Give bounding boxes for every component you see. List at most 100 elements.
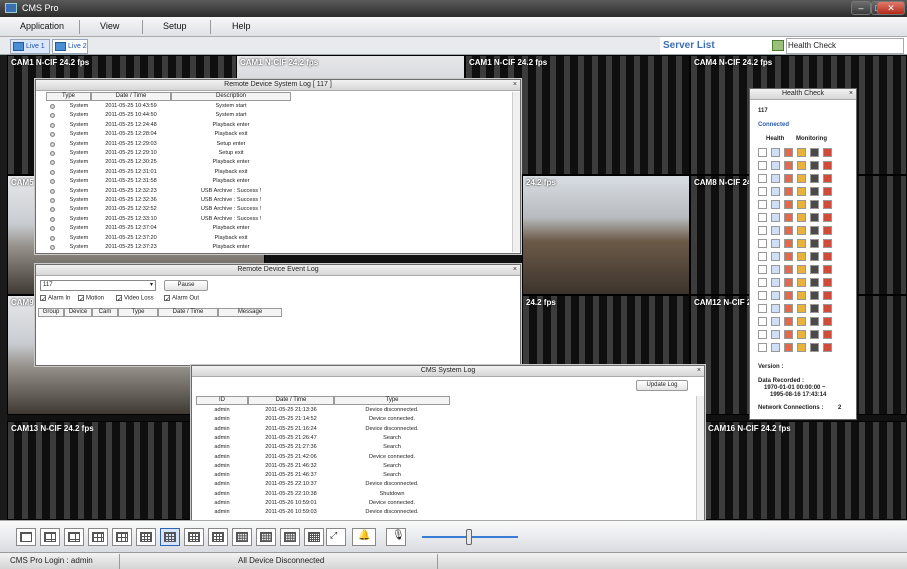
health-status-icon bbox=[771, 343, 780, 352]
table-row[interactable]: admin 2011-05-25 21:46:37 Search bbox=[196, 471, 456, 480]
table-row[interactable]: admin 2011-05-25 21:13:36 Device disconnec… bbox=[196, 406, 456, 415]
table-row[interactable]: System 2011-05-25 12:37:23 Playback enter bbox=[46, 243, 296, 252]
table-cell: System bbox=[69, 234, 89, 241]
layout-grid-button[interactable] bbox=[280, 528, 300, 546]
close-button[interactable]: ✕ bbox=[877, 1, 905, 15]
motion-checkbox[interactable]: ✓ Motion bbox=[78, 295, 104, 303]
menu-application[interactable]: Application bbox=[20, 21, 64, 31]
menu-help[interactable]: Help bbox=[232, 21, 251, 31]
alarm-button[interactable]: 🔔 bbox=[352, 528, 376, 546]
table-row[interactable]: admin 2011-05-25 21:42:06 Device connected… bbox=[196, 453, 456, 462]
health-row bbox=[758, 147, 844, 158]
table-row[interactable]: System 2011-05-25 12:31:01 Playback exit bbox=[46, 168, 296, 177]
scrollbar[interactable] bbox=[512, 92, 520, 252]
tab-live-1[interactable]: Live 1 bbox=[10, 39, 50, 54]
device-select[interactable]: 117 ▾ bbox=[40, 280, 156, 291]
health-status-icon bbox=[784, 252, 793, 261]
column-header[interactable]: Cam bbox=[92, 308, 118, 317]
table-cell: Setup enter bbox=[216, 140, 246, 147]
layout-grid-button[interactable] bbox=[160, 528, 180, 546]
column-header[interactable]: Date / Time bbox=[248, 396, 334, 405]
table-row[interactable]: admin 2011-05-25 22:10:37 Device disconnec… bbox=[196, 480, 456, 489]
fullscreen-button[interactable]: ⤢ bbox=[326, 528, 346, 546]
menu-setup[interactable]: Setup bbox=[163, 21, 187, 31]
health-status-icon bbox=[823, 278, 832, 287]
alarm-in-checkbox[interactable]: ✓ Alarm In bbox=[40, 295, 70, 303]
layout-grid-button[interactable] bbox=[184, 528, 204, 546]
layout-grid-button[interactable] bbox=[16, 528, 36, 546]
table-row[interactable]: System 2011-05-25 12:29:10 Setup exit bbox=[46, 149, 296, 158]
volume-slider-thumb[interactable] bbox=[466, 529, 472, 545]
table-row[interactable]: System 2011-05-25 12:37:04 Playback enter bbox=[46, 224, 296, 233]
table-row[interactable]: System 2011-05-25 12:32:36 USB Archive : S… bbox=[46, 196, 296, 205]
table-row[interactable]: System 2011-05-25 12:24:48 Playback enter bbox=[46, 121, 296, 130]
camera-view-13[interactable]: CAM13 N-CIF 24.2 fps bbox=[7, 421, 197, 520]
health-status-icon bbox=[810, 239, 819, 248]
layout-grid-button[interactable] bbox=[256, 528, 276, 546]
column-header[interactable]: Group bbox=[38, 308, 64, 317]
close-icon[interactable]: × bbox=[513, 265, 517, 275]
grid-layout-icon bbox=[188, 532, 200, 542]
menu-view[interactable]: View bbox=[100, 21, 119, 31]
status-dot-icon bbox=[50, 122, 55, 128]
table-row[interactable]: admin 2011-05-25 21:16:24 Device disconnec… bbox=[196, 425, 456, 434]
table-row[interactable]: System 2011-05-25 12:31:58 Playback enter bbox=[46, 177, 296, 186]
column-header[interactable]: Type bbox=[46, 92, 91, 101]
table-row[interactable]: System 2011-05-25 12:28:04 Playback exit bbox=[46, 130, 296, 139]
column-header[interactable]: ID bbox=[196, 396, 248, 405]
table-row[interactable]: System 2011-05-25 10:43:59 System start bbox=[46, 102, 296, 111]
cms-log-titlebar: CMS System Log × bbox=[192, 366, 704, 377]
scrollbar[interactable] bbox=[696, 396, 704, 520]
table-row[interactable]: System 2011-05-25 12:32:52 USB Archive : S… bbox=[46, 205, 296, 214]
column-header[interactable]: Type bbox=[334, 396, 450, 405]
server-list-title[interactable]: Server List bbox=[663, 40, 715, 51]
column-header[interactable]: Date / Time bbox=[158, 308, 218, 317]
close-icon[interactable]: × bbox=[697, 366, 701, 376]
layout-grid-button[interactable] bbox=[88, 528, 108, 546]
camera-view-7[interactable]: 24.2 fps bbox=[522, 175, 690, 295]
pause-button[interactable]: Pause bbox=[164, 280, 208, 291]
layout-grid-button[interactable] bbox=[112, 528, 132, 546]
layout-grid-button[interactable] bbox=[40, 528, 60, 546]
column-header[interactable]: Description bbox=[171, 92, 291, 101]
health-status-icon bbox=[758, 343, 767, 352]
table-row[interactable]: System 2011-05-25 12:33:10 USB Archive : S… bbox=[46, 215, 296, 224]
table-row[interactable]: admin 2011-05-26 10:59:03 Device disconnec… bbox=[196, 508, 456, 517]
table-row[interactable]: System 2011-05-25 12:29:03 Setup enter bbox=[46, 140, 296, 149]
health-status-icon bbox=[810, 343, 819, 352]
alarm-out-checkbox[interactable]: ✓ Alarm Out bbox=[164, 295, 199, 303]
tab-live-2[interactable]: Live 2 bbox=[52, 39, 88, 54]
video-loss-checkbox[interactable]: ✓ Video Loss bbox=[116, 295, 154, 303]
update-log-button[interactable]: Update Log bbox=[636, 380, 688, 391]
camera-view-16[interactable]: CAM16 N-CIF 24.2 fps bbox=[704, 421, 907, 520]
close-icon[interactable]: × bbox=[513, 80, 517, 90]
layout-grid-button[interactable] bbox=[136, 528, 156, 546]
health-check-icon[interactable] bbox=[772, 40, 784, 51]
column-header[interactable]: Message bbox=[218, 308, 282, 317]
layout-grid-button[interactable] bbox=[232, 528, 252, 546]
column-header[interactable]: Type bbox=[118, 308, 158, 317]
layout-grid-button[interactable] bbox=[64, 528, 84, 546]
column-header[interactable]: Device bbox=[64, 308, 92, 317]
table-row[interactable]: admin 2011-05-25 21:14:52 Device connected… bbox=[196, 415, 456, 424]
microphone-icon[interactable]: 🎙 bbox=[386, 528, 406, 546]
close-icon[interactable]: × bbox=[849, 89, 853, 99]
table-row[interactable]: admin 2011-05-25 21:46:32 Search bbox=[196, 462, 456, 471]
table-row[interactable]: admin 2011-05-25 21:27:36 Search bbox=[196, 443, 456, 452]
table-row[interactable]: System 2011-05-25 12:30:25 Playback enter bbox=[46, 158, 296, 167]
layout-grid-button[interactable] bbox=[304, 528, 324, 546]
layout-grid-button[interactable] bbox=[208, 528, 228, 546]
column-header[interactable]: Date / Time bbox=[91, 92, 171, 101]
table-cell: 2011-05-25 21:16:24 bbox=[265, 425, 317, 432]
table-row[interactable]: admin 2011-05-25 21:26:47 Search bbox=[196, 434, 456, 443]
table-row[interactable]: System 2011-05-25 12:32:23 USB Archive : S… bbox=[46, 187, 296, 196]
event-log-titlebar: Remote Device Event Log × bbox=[36, 265, 520, 276]
health-status-icon bbox=[758, 291, 767, 300]
table-row[interactable]: admin 2011-05-25 22:10:38 Shutdown bbox=[196, 490, 456, 499]
status-dot-icon bbox=[50, 207, 55, 213]
table-cell: admin bbox=[214, 481, 230, 488]
minimize-button[interactable]: – bbox=[851, 1, 871, 15]
table-row[interactable]: admin 2011-05-26 10:59:01 Device connected… bbox=[196, 499, 456, 508]
table-row[interactable]: System 2011-05-25 10:44:50 System start bbox=[46, 111, 296, 120]
table-row[interactable]: System 2011-05-25 12:37:20 Playback exit bbox=[46, 234, 296, 243]
